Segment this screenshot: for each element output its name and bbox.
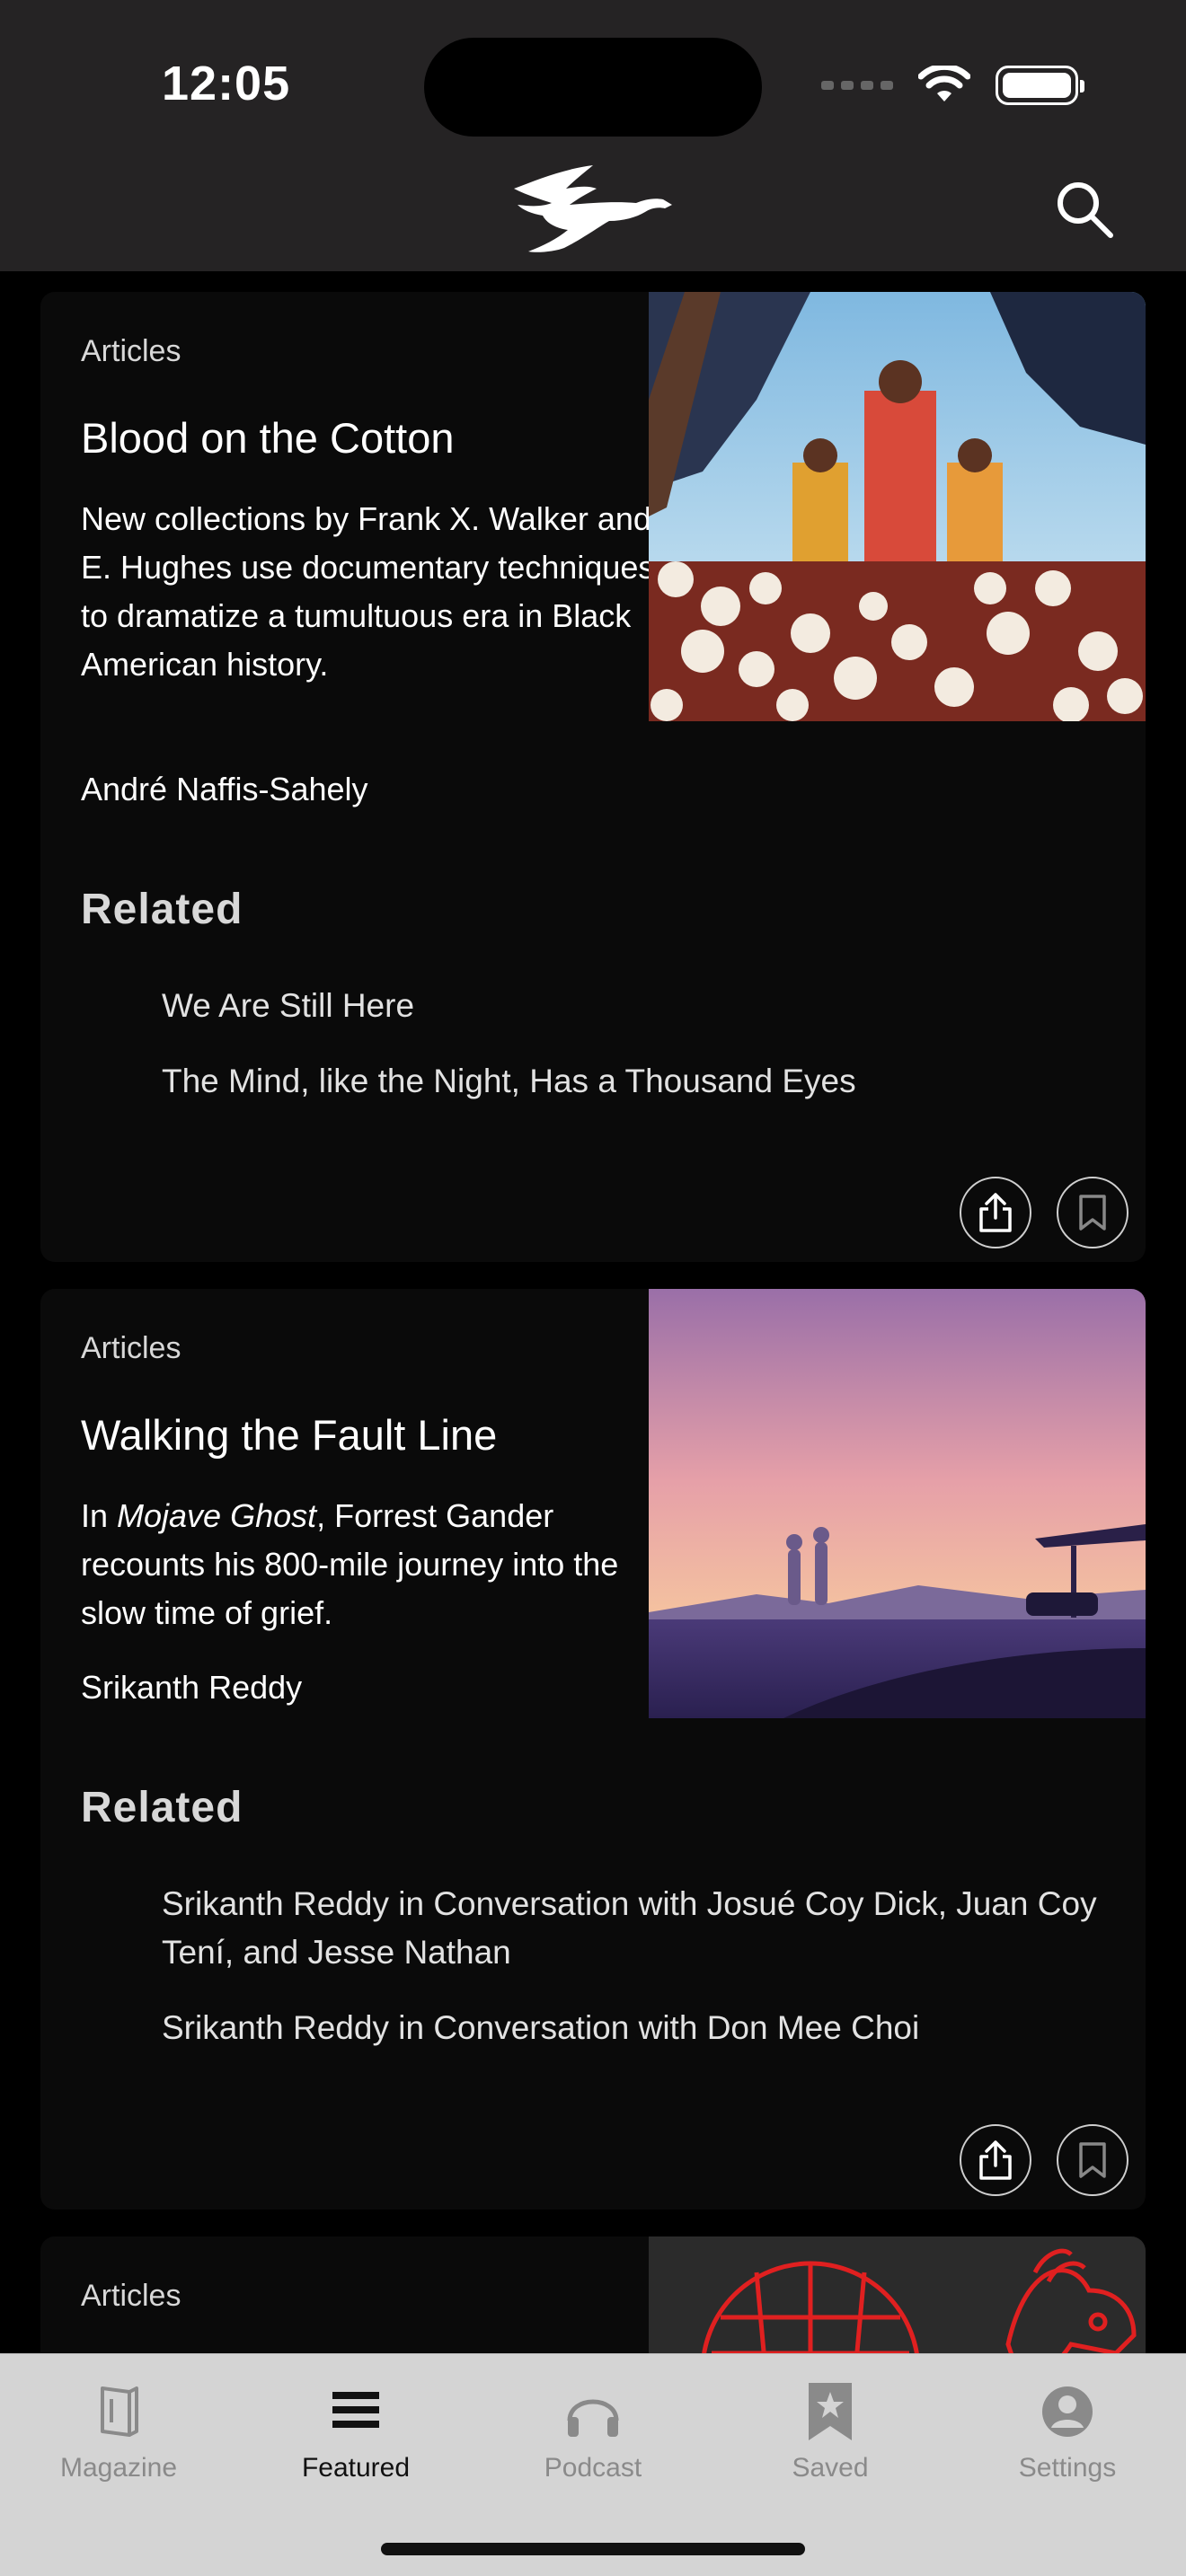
book-title: Mojave Ghost xyxy=(117,1497,317,1534)
share-button[interactable] xyxy=(960,2124,1031,2196)
related-heading: Related xyxy=(81,1784,243,1831)
tab-label: Magazine xyxy=(59,2453,178,2483)
tab-bar: Magazine Featured Podcast Saved Settings xyxy=(0,2353,1186,2576)
pegasus-logo-icon xyxy=(514,165,672,252)
bookmark-star-icon xyxy=(809,2383,852,2440)
related-item[interactable]: Srikanth Reddy in Conversation with Josu… xyxy=(162,1880,1114,1977)
article-image xyxy=(649,292,1146,721)
tab-settings[interactable]: Settings xyxy=(949,2354,1186,2498)
top-bar: 12:05 xyxy=(0,0,1186,271)
article-category: Articles xyxy=(81,1331,181,1365)
article-card[interactable]: Articles Blood on the Cotton New collect… xyxy=(40,292,1146,1262)
bookmark-button[interactable] xyxy=(1057,2124,1128,2196)
book-icon xyxy=(101,2386,138,2437)
article-description: In Mojave Ghost, Forrest Gander recounts… xyxy=(81,1492,656,1637)
search-icon[interactable] xyxy=(1053,178,1116,241)
bookmark-icon xyxy=(1079,2142,1106,2178)
cellular-signal-icon xyxy=(821,81,893,90)
related-heading: Related xyxy=(81,886,243,933)
headphones-icon xyxy=(567,2399,619,2437)
tab-label: Podcast xyxy=(544,2453,642,2483)
stack-icon xyxy=(332,2392,379,2428)
article-image xyxy=(649,1289,1146,1718)
tab-featured[interactable]: Featured xyxy=(237,2354,474,2498)
related-item[interactable]: Srikanth Reddy in Conversation with Don … xyxy=(162,2004,1114,2052)
article-description: New collections by Frank X. Walker and E… xyxy=(81,500,655,683)
tab-label: Featured xyxy=(301,2453,411,2483)
article-author[interactable]: André Naffis-Sahely xyxy=(81,771,368,808)
dynamic-island xyxy=(424,38,762,137)
article-author[interactable]: Srikanth Reddy xyxy=(81,1669,302,1707)
article-title[interactable]: Blood on the Cotton xyxy=(81,413,454,463)
related-item[interactable]: We Are Still Here xyxy=(162,982,1114,1030)
battery-icon xyxy=(996,66,1084,105)
description-text: In xyxy=(81,1497,118,1534)
bookmark-icon xyxy=(1079,1195,1106,1231)
article-title[interactable]: Walking the Fault Line xyxy=(81,1410,497,1460)
article-category: Articles xyxy=(81,2279,181,2313)
share-icon xyxy=(979,2140,1012,2180)
tab-podcast[interactable]: Podcast xyxy=(474,2354,712,2498)
tab-label: Saved xyxy=(792,2453,869,2483)
related-item[interactable]: The Mind, like the Night, Has a Thousand… xyxy=(162,1057,1114,1106)
share-button[interactable] xyxy=(960,1177,1031,1248)
tab-saved[interactable]: Saved xyxy=(712,2354,949,2498)
article-card[interactable]: Articles Walking the Fault Line In Mojav… xyxy=(40,1289,1146,2210)
person-icon xyxy=(1042,2386,1093,2437)
status-icons xyxy=(821,63,1084,108)
article-category: Articles xyxy=(81,334,181,368)
wifi-icon xyxy=(918,66,970,101)
screen: 12:05 Articles Blood on the Cotton New c… xyxy=(0,0,1186,2576)
tab-label: Settings xyxy=(1018,2453,1117,2483)
bookmark-button[interactable] xyxy=(1057,1177,1128,1248)
home-indicator[interactable] xyxy=(381,2543,805,2555)
status-time: 12:05 xyxy=(162,57,291,110)
share-icon xyxy=(979,1193,1012,1232)
tab-magazine[interactable]: Magazine xyxy=(0,2354,237,2498)
